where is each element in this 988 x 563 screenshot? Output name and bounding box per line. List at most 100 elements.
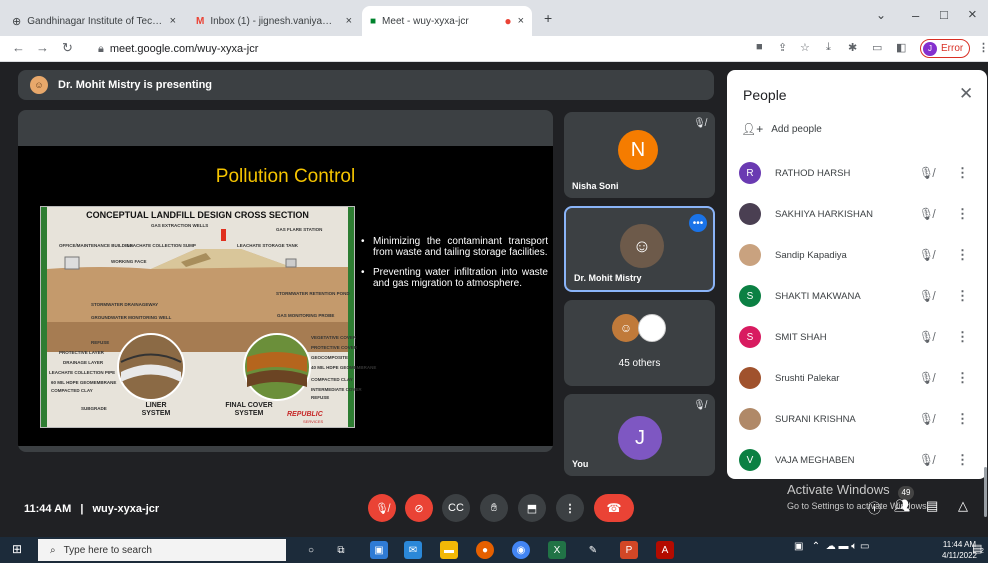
url-field[interactable]: 🔒︎ meet.google.com/wuy-xyxa-jcr [98, 39, 748, 59]
participant-row[interactable]: S SMIT SHAH 🎙︎̸ ⋮ [739, 322, 969, 352]
mic-off-icon[interactable]: 🎙︎̸ [919, 453, 934, 467]
recording-dot-icon: ● [504, 14, 512, 28]
minimize-button[interactable]: – [912, 8, 919, 23]
tab-gandhinagar[interactable]: ⊕ Gandhinagar Institute of Techno × [4, 6, 184, 36]
chat-icon[interactable]: ▤ [926, 498, 938, 514]
add-people-button[interactable]: 👤︎+ Add people [741, 122, 822, 136]
mic-off-icon[interactable]: 🎙︎̸ [919, 166, 934, 180]
tab-gmail[interactable]: M Inbox (1) - jignesh.vaniya@git.o × [188, 6, 360, 36]
tab-meet[interactable]: ■ Meet - wuy-xyxa-jcr ● × [362, 6, 532, 36]
tab-search-icon[interactable]: ⌄ [876, 8, 886, 22]
people-icon[interactable]: 👥︎ [894, 498, 911, 514]
slide: Pollution Control CONCEPTUAL LANDFILL DE… [18, 146, 553, 446]
mic-off-icon[interactable]: 🎙︎̸ [919, 248, 934, 262]
back-icon[interactable]: ← [12, 40, 25, 55]
chrome-icon[interactable]: ◉ [512, 541, 530, 559]
diagram-label: GEOCOMPOSITE [311, 355, 349, 360]
firefox-icon[interactable]: ● [476, 541, 494, 559]
participant-name: VAJA MEGHABEN [775, 454, 855, 466]
cast-icon[interactable]: ▭ [872, 41, 882, 54]
add-person-icon: 👤︎+ [741, 122, 764, 136]
tile-nisha-soni[interactable]: 🎙︎̸ N Nisha Soni [564, 112, 715, 198]
participant-avatar: V [739, 449, 761, 471]
diagram-label: GAS EXTRACTION WELLS [151, 223, 209, 228]
landfill-diagram: CONCEPTUAL LANDFILL DESIGN CROSS SECTION [40, 206, 376, 428]
file-explorer-icon[interactable]: ▬ [440, 541, 458, 559]
browser-menu-icon[interactable]: ⋮ [978, 41, 988, 54]
task-view-icon[interactable]: ⧉ [332, 541, 350, 559]
excel-icon[interactable]: X [548, 541, 566, 559]
close-tab-icon[interactable]: × [518, 15, 524, 27]
taskbar-search[interactable]: ⌕ Type here to search [38, 539, 286, 561]
lock-icon: 🔒︎ [98, 42, 104, 55]
bookmark-star-icon[interactable]: ☆ [800, 41, 810, 54]
tile-you[interactable]: 🎙︎̸ J You [564, 394, 715, 476]
present-button[interactable]: ⬒ [518, 494, 546, 522]
tile-others[interactable]: ☺ 45 others [564, 300, 715, 386]
download-icon[interactable]: ⤓ [826, 41, 831, 54]
reload-icon[interactable]: ↻ [62, 40, 73, 56]
extensions-icon[interactable]: ✱ [848, 41, 857, 54]
new-tab-button[interactable]: + [544, 10, 552, 26]
participant-row[interactable]: Srushti Palekar 🎙︎̸ ⋮ [739, 363, 969, 393]
more-options-button[interactable]: ⋮ [556, 494, 584, 522]
more-vert-icon[interactable]: ⋮ [956, 206, 969, 222]
share-icon[interactable]: ⇪ [778, 41, 787, 54]
powerpoint-icon[interactable]: P [620, 541, 638, 559]
more-options-icon[interactable]: ••• [689, 214, 707, 232]
pdf-icon[interactable]: A [656, 541, 674, 559]
presentation-stage[interactable]: Pollution Control CONCEPTUAL LANDFILL DE… [18, 110, 553, 452]
more-vert-icon[interactable]: ⋮ [956, 452, 969, 468]
participant-row[interactable]: R RATHOD HARSH 🎙︎̸ ⋮ [739, 158, 969, 188]
sidepanel-icon[interactable]: ◧ [896, 41, 906, 54]
mic-off-icon[interactable]: 🎙︎̸ [919, 412, 934, 426]
diagram-label: LEACHATE STORAGE TANK [237, 243, 299, 248]
activities-icon[interactable]: △ [958, 498, 968, 514]
camera-toggle-button[interactable]: ⊘ [405, 494, 433, 522]
diagram-label: STORMWATER RETENTION POND [276, 291, 350, 296]
participant-row[interactable]: V VAJA MEGHABEN 🎙︎̸ ⋮ [739, 445, 969, 475]
info-icon[interactable]: ⓘ [868, 498, 881, 517]
camera-icon[interactable]: ■ [756, 41, 763, 53]
paint-icon[interactable]: ✎ [584, 541, 602, 559]
more-vert-icon[interactable]: ⋮ [956, 370, 969, 386]
raise-hand-button[interactable]: ✋︎ [480, 494, 508, 522]
forward-icon[interactable]: → [36, 40, 49, 55]
slide-title: Pollution Control [215, 166, 356, 187]
diagram-label: PROTECTIVE LAYER [59, 350, 104, 355]
mic-toggle-button[interactable]: 🎙︎̸ [368, 494, 396, 522]
mic-off-icon[interactable]: 🎙︎̸ [919, 371, 934, 385]
close-tab-icon[interactable]: × [346, 15, 352, 27]
diagram-label: WORKING FACE [111, 259, 147, 264]
url-text: meet.google.com/wuy-xyxa-jcr [109, 43, 259, 55]
participant-row[interactable]: SURANI KRISHNA 🎙︎̸ ⋮ [739, 404, 969, 434]
participant-row[interactable]: S SHAKTI MAKWANA 🎙︎̸ ⋮ [739, 281, 969, 311]
mic-off-icon[interactable]: 🎙︎̸ [919, 289, 934, 303]
system-tray[interactable]: ▣ ⌃ ☁ ▬ 🔈︎ ▭ [794, 541, 870, 552]
tile-name: Nisha Soni [572, 181, 619, 191]
participant-row[interactable]: SAKHIYA HARKISHAN 🎙︎̸ ⋮ [739, 199, 969, 229]
mic-off-icon[interactable]: 🎙︎̸ [919, 207, 934, 221]
more-vert-icon[interactable]: ⋮ [956, 411, 969, 427]
tile-mohit-mistry[interactable]: ••• ☺ Dr. Mohit Mistry [564, 206, 715, 292]
cortana-icon[interactable]: ○ [302, 541, 320, 559]
presenter-avatar: ☺ [30, 76, 48, 94]
close-tab-icon[interactable]: × [170, 15, 176, 27]
windows-start-icon[interactable]: ⊞ [12, 542, 22, 556]
store-icon[interactable]: ▣ [370, 541, 388, 559]
profile-error-button[interactable]: J Error [920, 39, 971, 58]
mail-icon[interactable]: ✉ [404, 541, 422, 559]
gmail-icon: M [196, 15, 205, 27]
captions-button[interactable]: CC [442, 494, 470, 522]
maximize-button[interactable]: □ [940, 7, 948, 22]
more-vert-icon[interactable]: ⋮ [956, 165, 969, 181]
mic-off-icon[interactable]: 🎙︎̸ [919, 330, 934, 344]
more-vert-icon[interactable]: ⋮ [956, 288, 969, 304]
close-panel-button[interactable]: ✕ [959, 84, 973, 104]
participant-row[interactable]: Sandip Kapadiya 🎙︎̸ ⋮ [739, 240, 969, 270]
diagram-label: COMPACTED CLAY [311, 377, 353, 382]
leave-call-button[interactable]: ☎︎ [594, 494, 634, 522]
close-window-button[interactable]: × [968, 6, 977, 23]
more-vert-icon[interactable]: ⋮ [956, 247, 969, 263]
more-vert-icon[interactable]: ⋮ [956, 329, 969, 345]
